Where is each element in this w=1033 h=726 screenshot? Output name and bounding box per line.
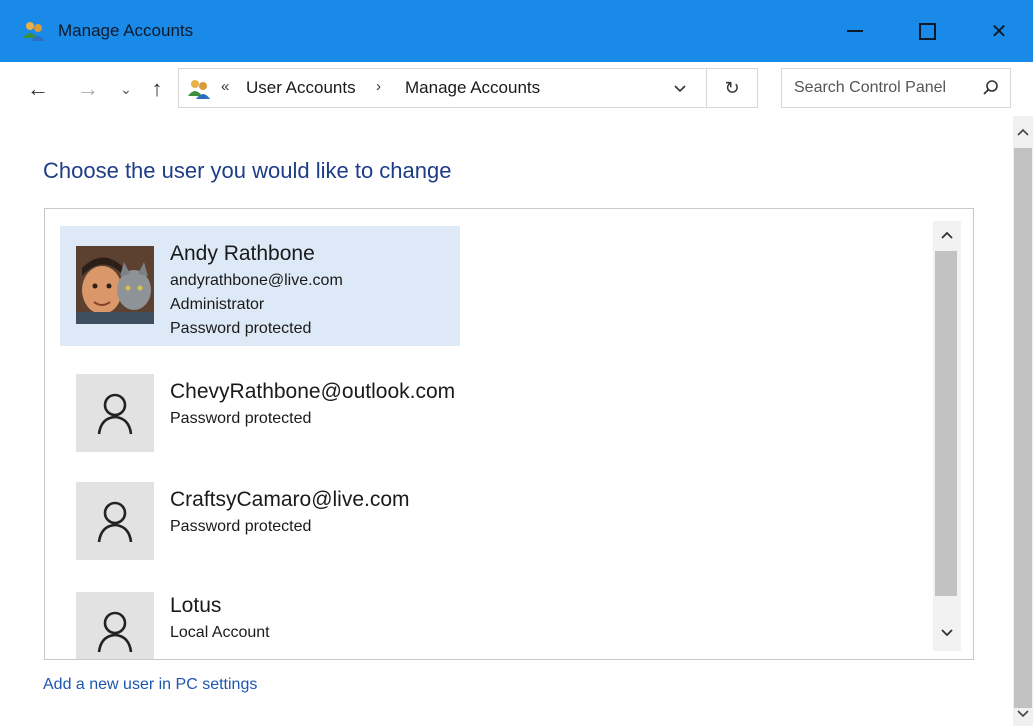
accounts-list[interactable]: Andy Rathbone andyrathbone@live.com Admi… xyxy=(44,208,974,660)
chevron-down-icon xyxy=(674,85,686,93)
account-type: Local Account xyxy=(170,624,270,641)
account-status: Password protected xyxy=(170,320,312,337)
navigation-bar: ← → ⌄ ↑ « User Accounts › Manage Account… xyxy=(0,62,1033,116)
account-tile-lotus[interactable]: Lotus Local Account xyxy=(60,572,460,659)
breadcrumb-user-accounts[interactable]: User Accounts xyxy=(246,78,356,98)
users-icon xyxy=(22,20,46,42)
account-name: ChevyRathbone@outlook.com xyxy=(170,380,456,403)
window-title: Manage Accounts xyxy=(58,21,194,40)
account-type: Administrator xyxy=(170,296,265,313)
account-status: Password protected xyxy=(170,518,312,535)
person-icon xyxy=(76,592,154,659)
recent-locations-button[interactable]: ⌄ xyxy=(114,74,138,104)
address-dropdown-button[interactable] xyxy=(673,81,687,99)
forward-button[interactable]: → xyxy=(76,74,100,104)
user-photo xyxy=(76,246,154,324)
account-tile-chevy[interactable]: ChevyRathbone@outlook.com Password prote… xyxy=(60,354,460,474)
arrow-up-icon: ↑ xyxy=(151,76,163,101)
minimize-button[interactable] xyxy=(830,0,880,62)
arrow-right-icon: → xyxy=(77,76,99,101)
account-name: Andy Rathbone xyxy=(170,242,315,265)
account-tile-craftsy[interactable]: CraftsyCamaro@live.com Password protecte… xyxy=(60,462,460,582)
person-icon xyxy=(76,482,154,560)
search-input[interactable]: Search Control Panel xyxy=(794,79,946,97)
search-box[interactable]: Search Control Panel xyxy=(781,68,1011,108)
scroll-down-icon[interactable] xyxy=(939,625,955,643)
refresh-icon: ↻ xyxy=(724,77,740,98)
account-name: Lotus xyxy=(170,594,222,617)
breadcrumb-overflow-button[interactable]: « xyxy=(221,78,229,95)
address-bar[interactable]: « User Accounts › Manage Accounts xyxy=(178,68,707,108)
minimize-icon xyxy=(847,30,863,32)
account-email: andyrathbone@live.com xyxy=(170,272,343,289)
add-new-user-link[interactable]: Add a new user in PC settings xyxy=(43,676,257,694)
up-button[interactable]: ↑ xyxy=(145,74,169,104)
refresh-button[interactable]: ↻ xyxy=(707,68,758,108)
arrow-left-icon: ← xyxy=(27,76,49,101)
users-icon xyxy=(187,78,211,100)
maximize-button[interactable] xyxy=(902,0,952,62)
window-scrollbar-thumb[interactable] xyxy=(1014,148,1032,708)
search-icon[interactable] xyxy=(982,79,1000,102)
page-heading: Choose the user you would like to change xyxy=(43,158,452,183)
back-button[interactable]: ← xyxy=(26,74,50,104)
close-icon: ✕ xyxy=(990,20,1008,43)
chevron-down-icon: ⌄ xyxy=(120,80,132,97)
breadcrumb-separator-icon[interactable]: › xyxy=(376,78,381,95)
breadcrumb-manage-accounts[interactable]: Manage Accounts xyxy=(405,78,540,98)
title-bar[interactable]: Manage Accounts ✕ xyxy=(0,0,1033,62)
maximize-icon xyxy=(918,22,936,40)
scroll-up-icon[interactable] xyxy=(939,227,955,245)
scroll-down-icon[interactable] xyxy=(1015,706,1031,724)
person-icon xyxy=(76,374,154,452)
account-name: CraftsyCamaro@live.com xyxy=(170,488,410,511)
account-tile-andy-rathbone[interactable]: Andy Rathbone andyrathbone@live.com Admi… xyxy=(60,226,460,346)
account-status: Password protected xyxy=(170,410,312,427)
close-button[interactable]: ✕ xyxy=(974,0,1024,62)
accounts-scrollbar-thumb[interactable] xyxy=(935,251,957,596)
scroll-up-icon[interactable] xyxy=(1015,124,1031,142)
